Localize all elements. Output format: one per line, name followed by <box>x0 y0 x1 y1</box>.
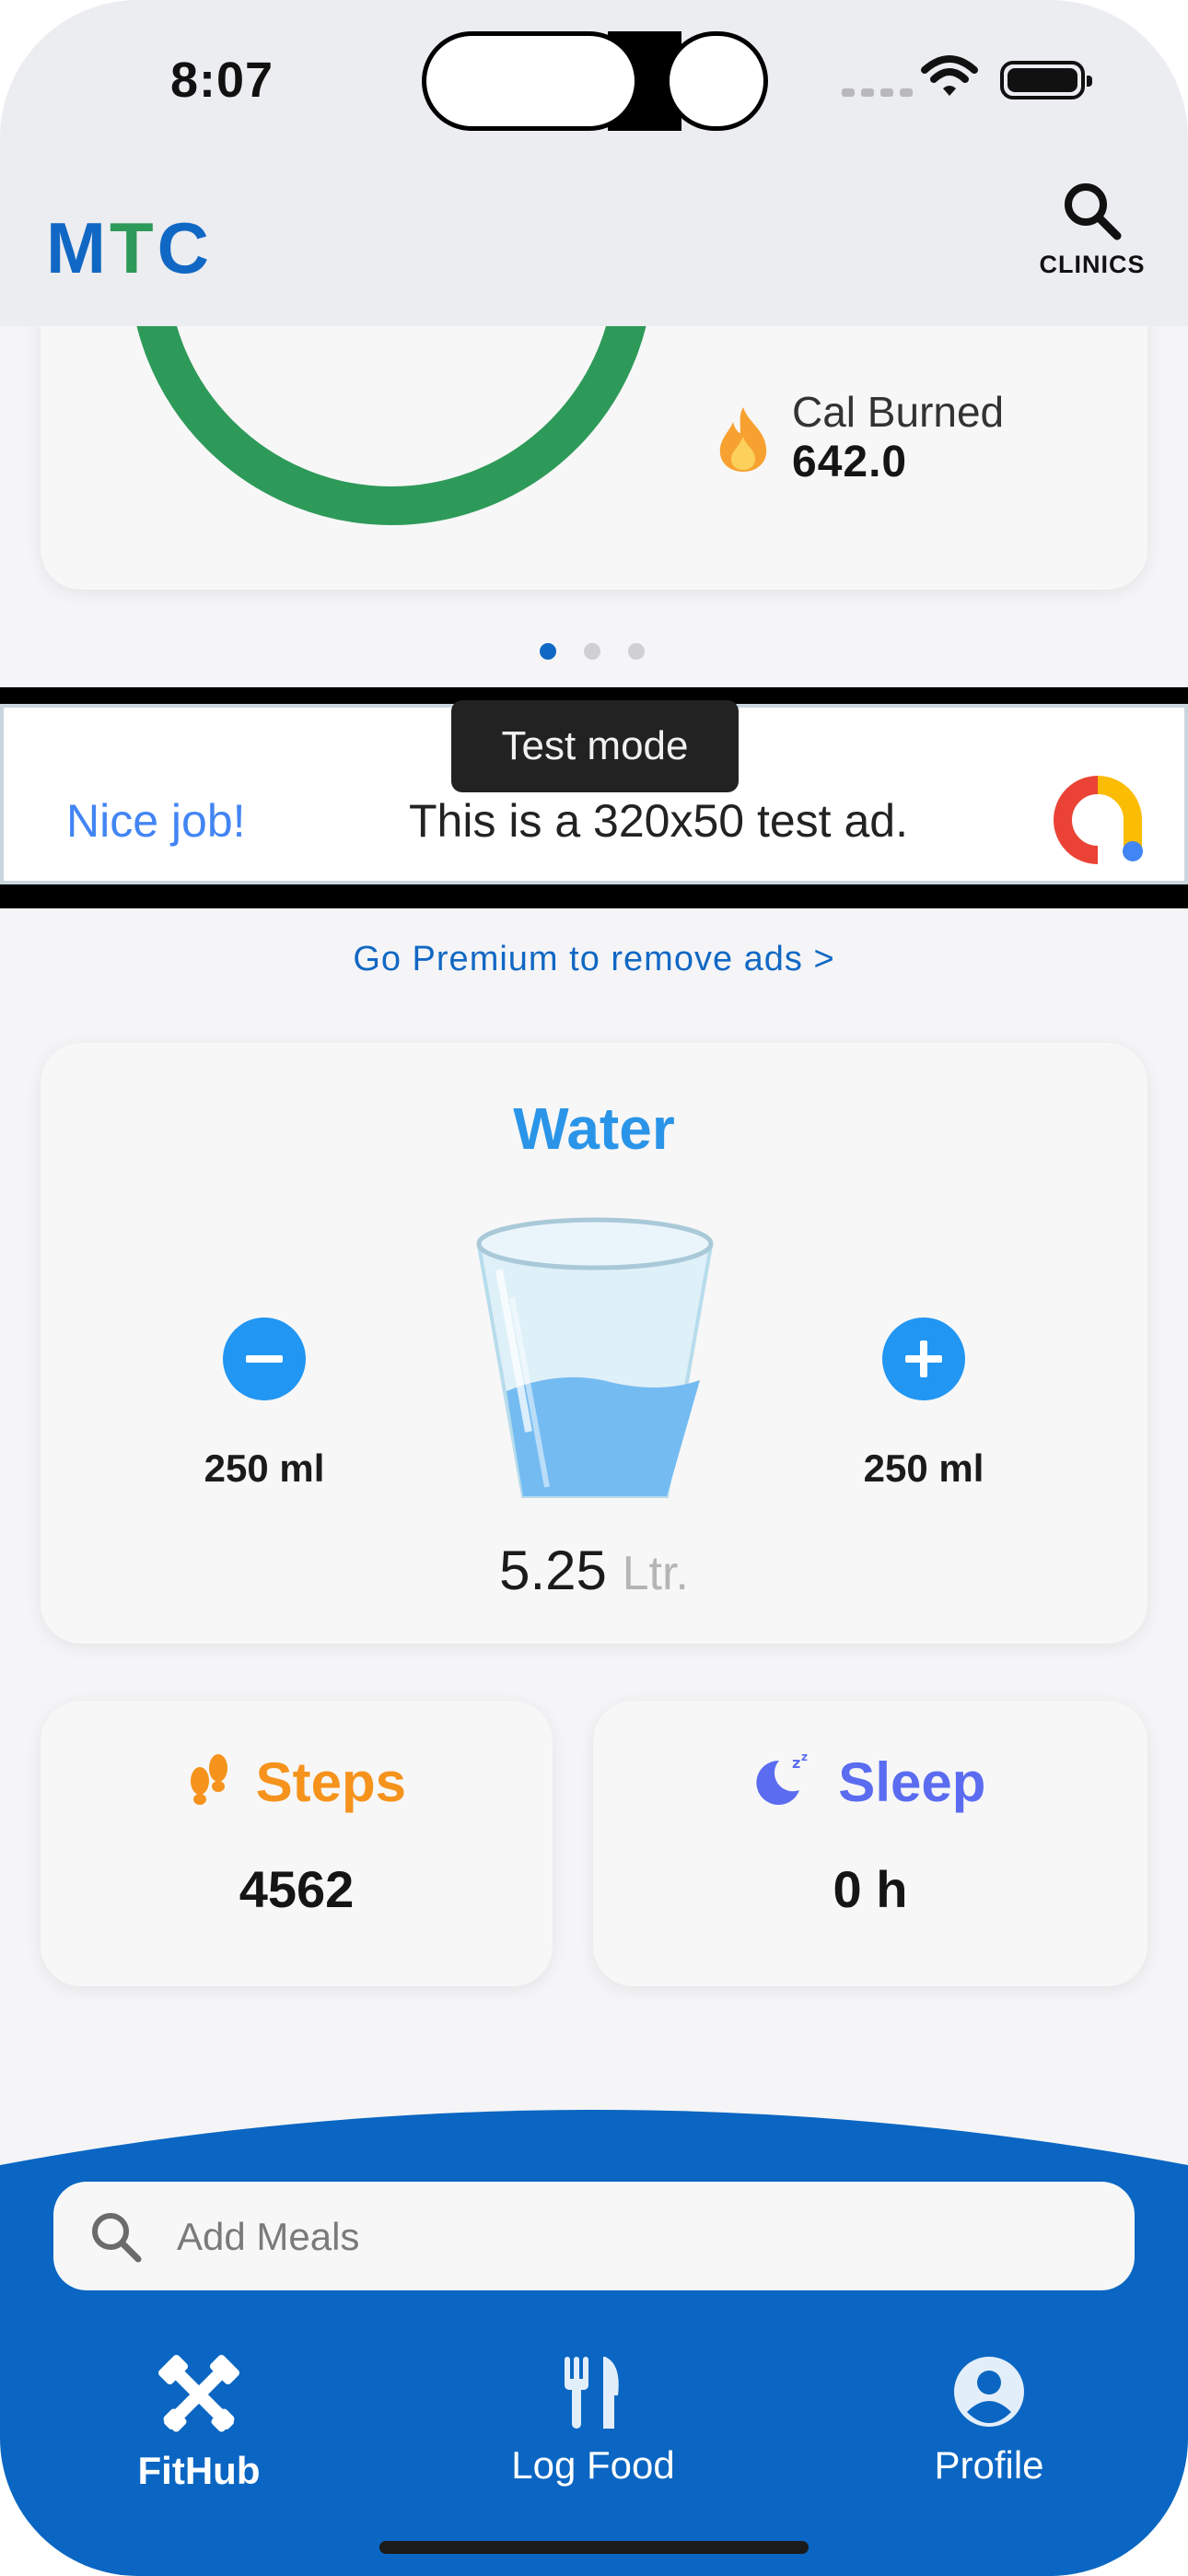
bottom-navigation <box>0 2082 1188 2576</box>
water-card: Water 250 ml 250 ml 5.25 Ltr. <box>41 1043 1147 1644</box>
increase-amount-label: 250 ml <box>863 1446 984 1490</box>
decrease-water-button[interactable] <box>223 1317 306 1400</box>
test-mode-badge: Test mode <box>451 700 739 792</box>
pager-dot-1[interactable] <box>540 643 556 660</box>
tab-fithub[interactable]: FitHub <box>61 2355 337 2493</box>
decrease-amount-label: 250 ml <box>204 1446 325 1490</box>
pager-dot-3[interactable] <box>628 643 645 660</box>
battery-icon <box>1000 61 1092 100</box>
app-header: 8:07 MTC CLINICS <box>0 0 1188 326</box>
svg-text:z: z <box>801 1751 808 1763</box>
search-icon <box>1037 181 1147 241</box>
sleep-moon-icon: z z <box>755 1751 839 1813</box>
tab-fithub-label: FitHub <box>137 2449 261 2492</box>
flame-icon <box>715 405 772 478</box>
admob-logo-icon <box>1050 772 1146 872</box>
clinics-label: CLINICS <box>1039 251 1146 278</box>
water-total-value: 5.25 <box>499 1540 607 1601</box>
tab-profile-label: Profile <box>934 2443 1044 2487</box>
water-total-unit: Ltr. <box>622 1547 689 1600</box>
sleep-value: 0 h <box>833 1860 908 1918</box>
account-icon <box>851 2355 1127 2429</box>
search-icon <box>88 2209 144 2269</box>
app-logo[interactable]: MTC <box>46 206 213 290</box>
cal-burned-label: Cal Burned <box>792 388 1005 436</box>
sleep-title: z z Sleep <box>593 1751 1147 1814</box>
tools-icon <box>61 2355 337 2434</box>
increase-water-button[interactable] <box>882 1317 965 1400</box>
utensils-icon <box>455 2355 731 2429</box>
ad-text: This is a 320x50 test ad. <box>409 795 908 847</box>
tab-log-food[interactable]: Log Food <box>455 2355 731 2488</box>
clinics-button[interactable]: CLINICS <box>1037 181 1147 279</box>
dynamic-island-right <box>665 31 768 131</box>
tab-profile[interactable]: Profile <box>851 2355 1127 2488</box>
phone-screen: Cal Burned 642.0 8:07 MTC CLINICS Nice j… <box>0 0 1188 2576</box>
status-time: 8:07 <box>170 53 274 108</box>
footprints-icon <box>187 1751 256 1813</box>
water-total: 5.25 Ltr. <box>41 1539 1147 1602</box>
sleep-card[interactable]: z z Sleep 0 h <box>593 1701 1147 1986</box>
add-meals-search-bar[interactable]: Add Meals <box>53 2182 1135 2290</box>
home-indicator[interactable] <box>379 2541 809 2554</box>
steps-card[interactable]: Steps 4562 <box>41 1701 553 1986</box>
card-pager[interactable] <box>540 643 645 660</box>
add-meals-input[interactable]: Add Meals <box>177 2215 359 2259</box>
cal-burned-value: 642.0 <box>792 438 908 486</box>
go-premium-link[interactable]: Go Premium to remove ads > <box>0 940 1188 979</box>
water-glass-icon <box>473 1214 716 1505</box>
steps-value: 4562 <box>239 1860 355 1918</box>
wifi-icon <box>921 55 978 102</box>
steps-title: Steps <box>41 1751 553 1814</box>
tab-log-food-label: Log Food <box>511 2443 675 2487</box>
svg-text:z: z <box>792 1754 800 1772</box>
cellular-signal-icon <box>842 88 913 97</box>
dynamic-island-left <box>422 31 639 131</box>
pager-dot-2[interactable] <box>584 643 600 660</box>
water-title: Water <box>513 1095 675 1162</box>
ad-headline: Nice job! <box>66 795 246 847</box>
